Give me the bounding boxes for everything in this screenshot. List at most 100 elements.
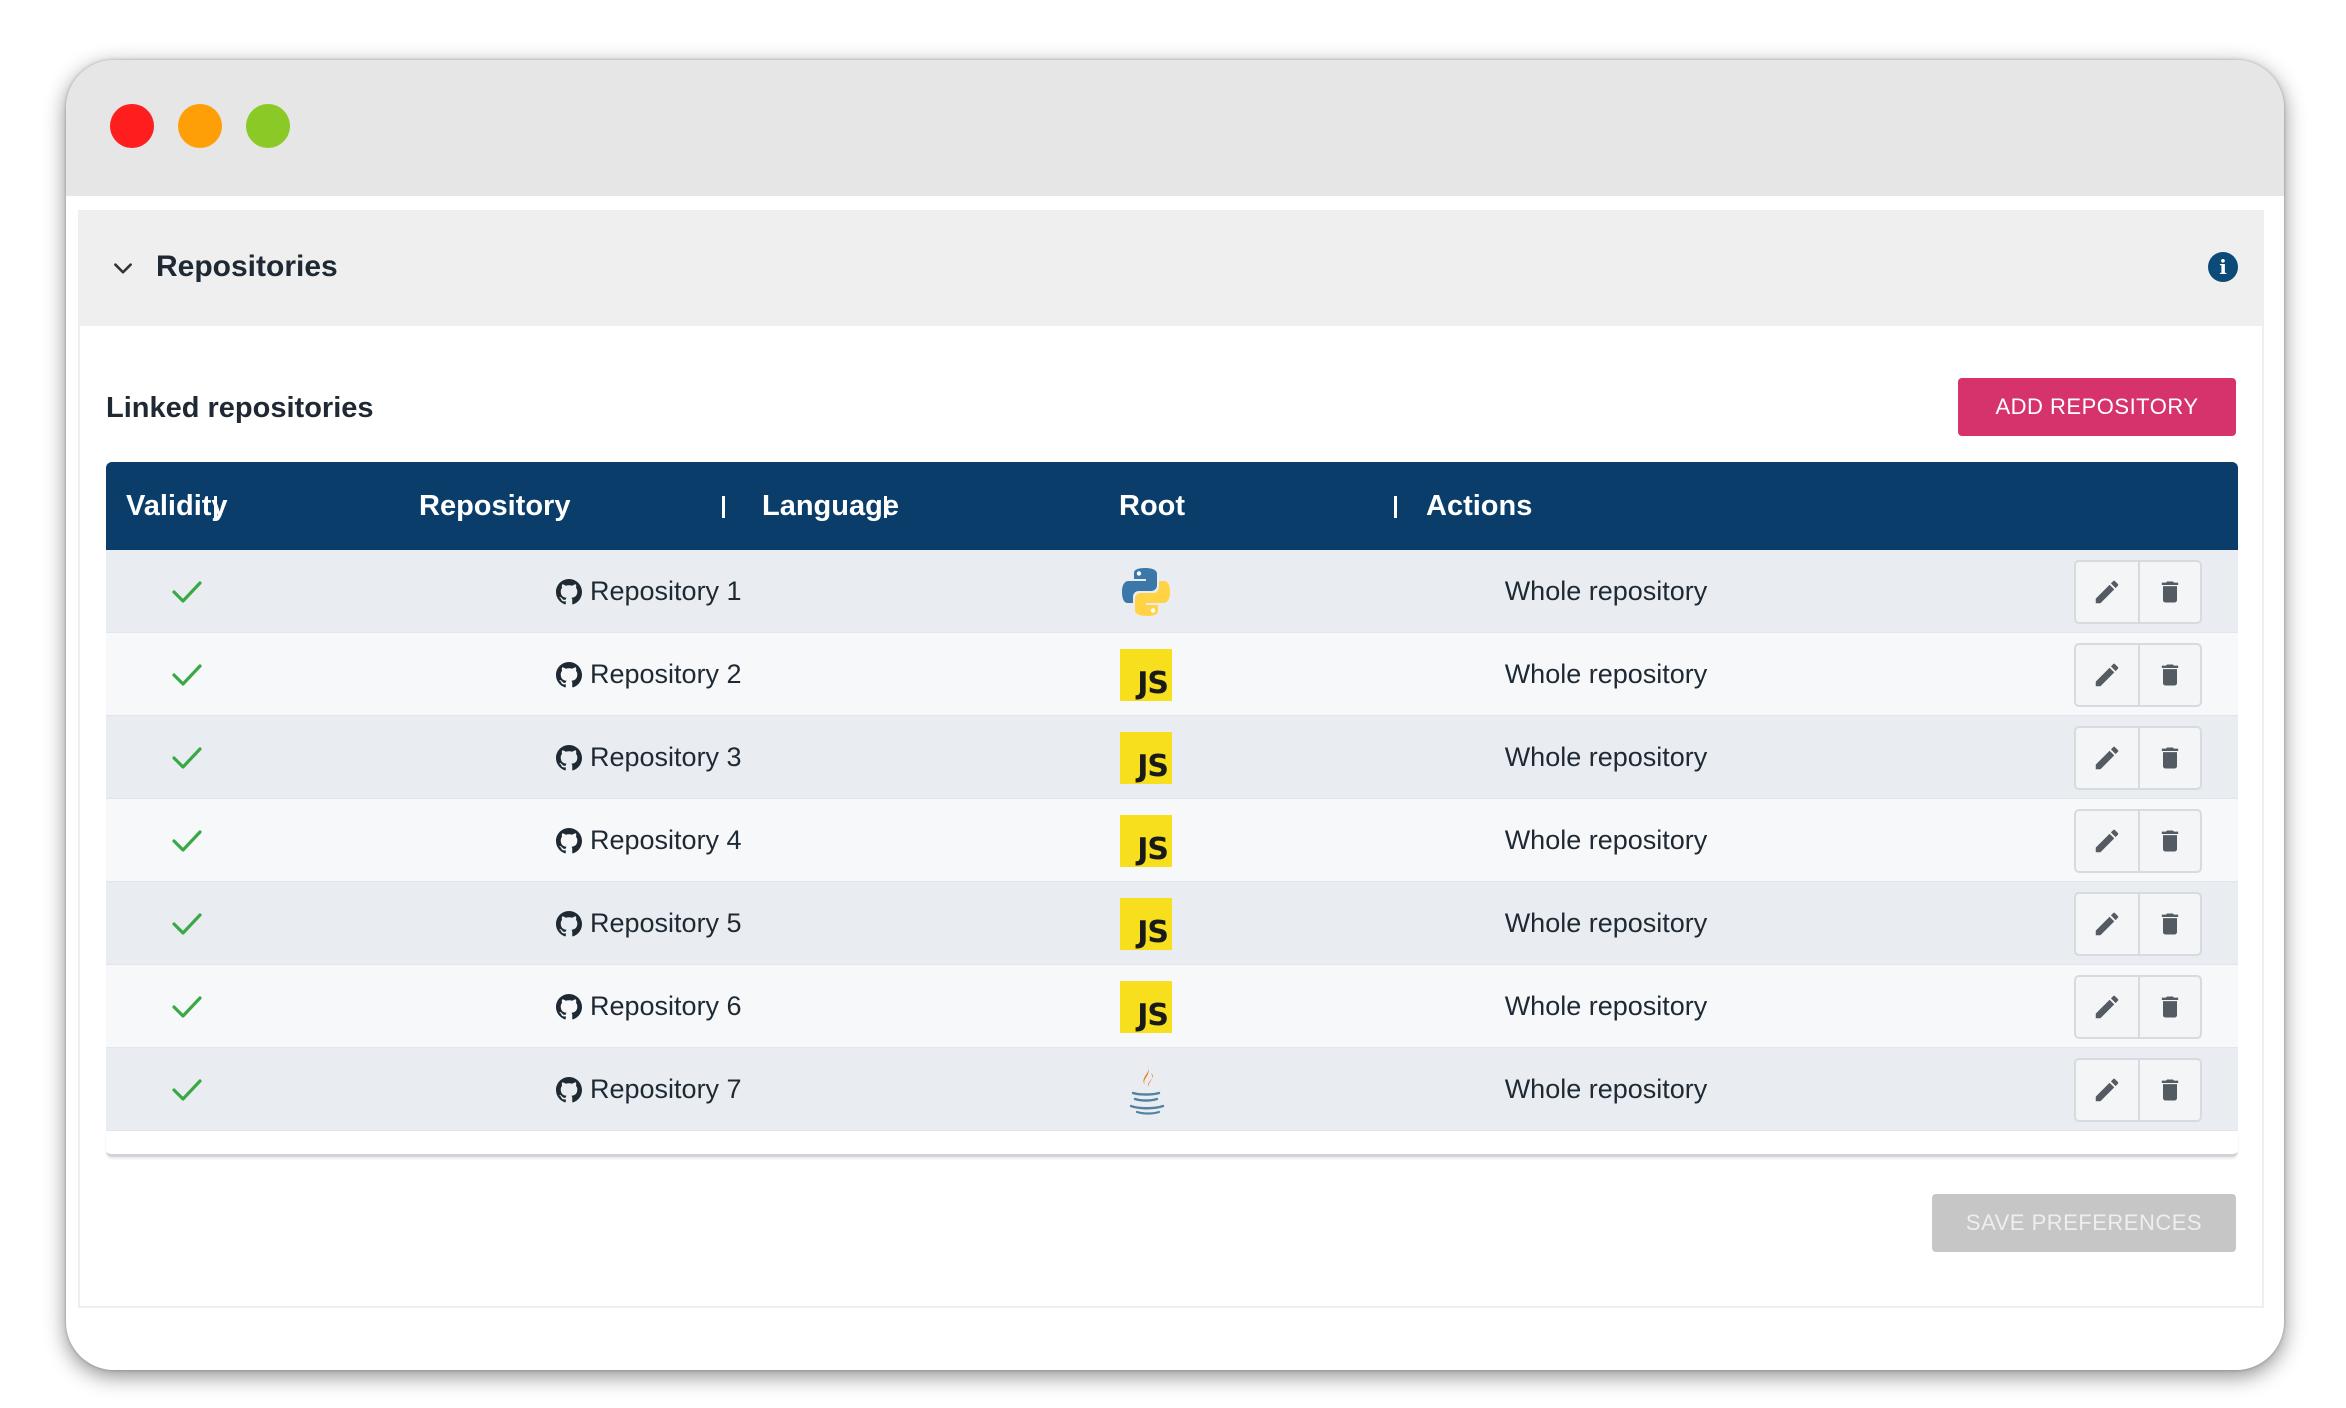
language-cell: JS (1116, 965, 1176, 1048)
java-icon (1129, 1064, 1165, 1115)
python-icon (1122, 567, 1170, 616)
table-row: Repository 6 JS Whole repository (106, 965, 2238, 1048)
root-cell: Whole repository (1504, 825, 1708, 855)
trash-icon (2161, 913, 2179, 935)
column-header-repository[interactable]: Repository (419, 462, 570, 550)
github-icon (556, 578, 582, 604)
repository-cell[interactable]: Repository 5 (556, 882, 856, 965)
row-actions (2074, 1058, 2202, 1122)
github-icon (556, 1076, 582, 1102)
row-actions (2074, 892, 2202, 956)
column-header-language[interactable]: Language (762, 462, 899, 550)
github-icon (556, 827, 582, 853)
delete-button[interactable] (2138, 645, 2200, 705)
minimize-window-button[interactable] (178, 104, 222, 148)
table-row: Repository 1 Whole repository (106, 550, 2238, 633)
column-header-validity[interactable]: Validity (126, 462, 228, 550)
info-icon[interactable]: i (2208, 252, 2238, 282)
close-window-button[interactable] (110, 104, 154, 148)
repositories-panel: Repositories i Linked repositories ADD R… (78, 210, 2264, 1308)
column-resizer[interactable] (214, 496, 217, 518)
check-icon (172, 663, 202, 686)
repository-name[interactable]: Repository 3 (590, 742, 742, 773)
save-preferences-button[interactable]: SAVE PREFERENCES (1932, 1194, 2236, 1252)
language-cell (1116, 550, 1176, 633)
table-header: Validity Repository Language Root Action… (106, 462, 2238, 550)
row-actions (2074, 975, 2202, 1039)
panel-header[interactable]: Repositories i (80, 212, 2262, 326)
javascript-icon: JS (1120, 980, 1172, 1033)
repository-name[interactable]: Repository 6 (590, 991, 742, 1022)
column-resizer[interactable] (884, 496, 887, 518)
check-icon (172, 580, 202, 603)
table-row: Repository 2 JS Whole repository (106, 633, 2238, 716)
trash-icon (2161, 581, 2179, 603)
edit-button[interactable] (2076, 728, 2138, 788)
pencil-icon (2095, 663, 2119, 687)
edit-button[interactable] (2076, 1060, 2138, 1120)
table-footer (106, 1131, 2238, 1157)
trash-icon (2161, 664, 2179, 686)
column-header-root[interactable]: Root (1119, 462, 1185, 550)
maximize-window-button[interactable] (246, 104, 290, 148)
github-icon (556, 993, 582, 1019)
column-resizer[interactable] (1394, 496, 1397, 518)
javascript-icon: JS (1120, 897, 1172, 950)
language-cell: JS (1116, 633, 1176, 716)
section-title: Linked repositories (106, 392, 374, 424)
validity-cell (170, 882, 206, 965)
edit-button[interactable] (2076, 894, 2138, 954)
pencil-icon (2095, 912, 2119, 936)
repository-name[interactable]: Repository 4 (590, 825, 742, 856)
repository-cell[interactable]: Repository 3 (556, 716, 856, 799)
pencil-icon (2095, 580, 2119, 604)
repositories-table: Validity Repository Language Root Action… (106, 462, 2238, 1157)
repository-name[interactable]: Repository 5 (590, 908, 742, 939)
repository-cell[interactable]: Repository 6 (556, 965, 856, 1048)
language-cell: JS (1116, 799, 1176, 882)
check-icon (172, 995, 202, 1018)
chevron-down-icon[interactable] (110, 256, 136, 282)
delete-button[interactable] (2138, 894, 2200, 954)
root-cell: Whole repository (1504, 742, 1708, 772)
trash-icon (2161, 830, 2179, 852)
repository-cell[interactable]: Repository 1 (556, 550, 856, 633)
repository-cell[interactable]: Repository 7 (556, 1048, 856, 1131)
delete-button[interactable] (2138, 728, 2200, 788)
delete-button[interactable] (2138, 977, 2200, 1037)
repository-name[interactable]: Repository 7 (590, 1074, 742, 1105)
pencil-icon (2095, 746, 2119, 770)
row-actions (2074, 726, 2202, 790)
pencil-icon (2095, 829, 2119, 853)
edit-button[interactable] (2076, 645, 2138, 705)
repository-cell[interactable]: Repository 2 (556, 633, 856, 716)
trash-icon (2161, 747, 2179, 769)
delete-button[interactable] (2138, 811, 2200, 871)
column-header-actions: Actions (1426, 490, 1533, 522)
edit-button[interactable] (2076, 811, 2138, 871)
add-repository-button[interactable]: ADD REPOSITORY (1958, 378, 2236, 436)
github-icon (556, 744, 582, 770)
delete-button[interactable] (2138, 1060, 2200, 1120)
row-actions (2074, 809, 2202, 873)
javascript-icon: JS (1120, 731, 1172, 784)
validity-cell (170, 716, 206, 799)
language-cell (1116, 1048, 1176, 1131)
edit-button[interactable] (2076, 977, 2138, 1037)
javascript-icon: JS (1120, 814, 1172, 867)
root-cell: Whole repository (1504, 991, 1708, 1021)
root-cell: Whole repository (1504, 908, 1708, 938)
repository-name[interactable]: Repository 1 (590, 576, 742, 607)
trash-icon (2161, 1079, 2179, 1101)
column-resizer[interactable] (722, 496, 725, 518)
check-icon (172, 912, 202, 935)
table-body: Repository 1 Whole repository Repository… (106, 550, 2238, 1131)
delete-button[interactable] (2138, 562, 2200, 622)
repository-cell[interactable]: Repository 4 (556, 799, 856, 882)
edit-button[interactable] (2076, 562, 2138, 622)
pencil-icon (2095, 995, 2119, 1019)
panel-title: Repositories (156, 250, 338, 283)
check-icon (172, 1078, 202, 1101)
repository-name[interactable]: Repository 2 (590, 659, 742, 690)
table-row: Repository 3 JS Whole repository (106, 716, 2238, 799)
